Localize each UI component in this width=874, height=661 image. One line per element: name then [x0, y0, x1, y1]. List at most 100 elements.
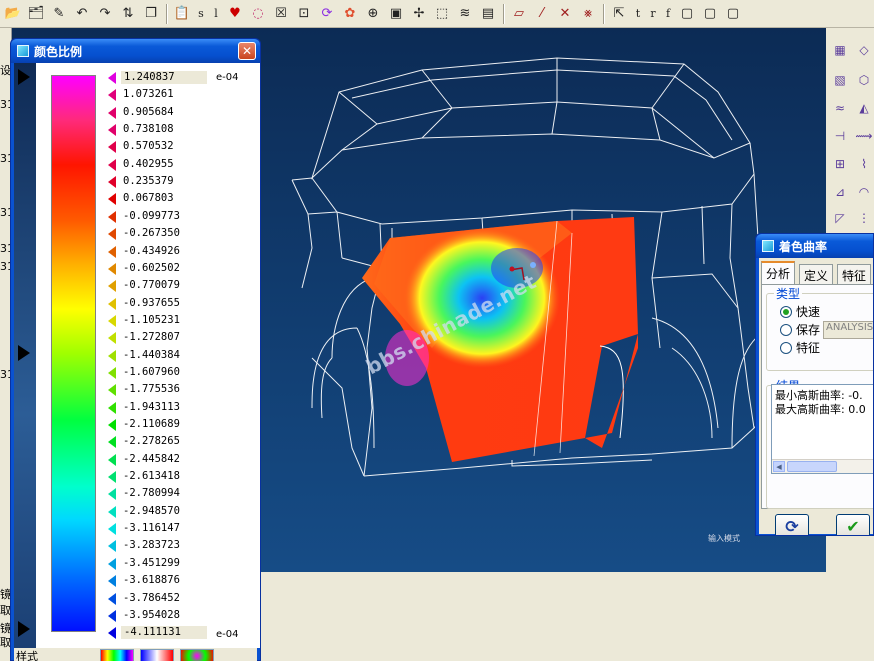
color-wheel-icon[interactable]: ✿ — [339, 3, 361, 25]
repaint-icon[interactable]: ✢ — [408, 3, 430, 25]
scale-row-arrow[interactable] — [108, 297, 116, 310]
merge-icon[interactable]: ⊞ — [830, 154, 850, 174]
scale-row-arrow[interactable] — [108, 158, 116, 171]
palette-style-button[interactable] — [180, 649, 214, 661]
blend-icon[interactable]: ◭ — [854, 98, 874, 118]
edit-icon[interactable]: ✎ — [48, 3, 70, 25]
scale-row-arrow[interactable] — [108, 89, 116, 102]
trim-icon[interactable]: ⊣ — [830, 126, 850, 146]
results-textbox[interactable]: 最小高斯曲率: -0. 最大高斯曲率: 0.0 ◀ — [771, 384, 873, 474]
sweep-icon[interactable]: ≈ — [830, 98, 850, 118]
scale-row-arrow[interactable] — [108, 592, 116, 605]
scroll-thumb[interactable] — [787, 461, 837, 472]
view-icon[interactable]: ⬚ — [431, 3, 453, 25]
shape-icon[interactable]: ◌ — [247, 3, 269, 25]
saved-views-icon[interactable]: ▤ — [477, 3, 499, 25]
sketch-icon[interactable]: ▧ — [830, 70, 850, 90]
datum-point-icon[interactable]: ✕ — [554, 3, 576, 25]
heart-icon[interactable]: ♥ — [224, 3, 246, 25]
radio-quick[interactable]: 快速 — [780, 303, 820, 320]
scale-row-arrow[interactable] — [108, 72, 116, 84]
analysis-icon[interactable]: ⊡ — [293, 3, 315, 25]
zoom-fit-icon[interactable]: ▣ — [385, 3, 407, 25]
color-scale-titlebar[interactable]: 颜色比例 — [11, 39, 260, 63]
radio-feature-dot[interactable] — [780, 341, 792, 354]
scroll-left-icon[interactable]: ◀ — [773, 461, 785, 472]
scale-row-arrow[interactable] — [108, 384, 116, 397]
spin-center-icon[interactable]: ⇱ — [608, 3, 630, 25]
lower-limit-marker[interactable] — [18, 621, 30, 637]
save-icon[interactable]: 🗂 — [25, 3, 47, 25]
datum-plane-icon[interactable]: ▱ — [508, 3, 530, 25]
box-view-3-icon[interactable]: ▢ — [722, 3, 744, 25]
chamfer-icon[interactable]: ◸ — [830, 208, 850, 228]
mirror-icon[interactable]: ◇ — [854, 40, 874, 60]
scale-row-arrow[interactable] — [108, 124, 116, 137]
zoom-in-icon[interactable]: ⊕ — [362, 3, 384, 25]
toolbar-text-button-t[interactable]: t — [631, 3, 645, 25]
regenerate-icon[interactable]: ⇅ — [117, 3, 139, 25]
scale-row-arrow[interactable] — [108, 575, 116, 588]
window-close-icon[interactable]: ☒ — [270, 3, 292, 25]
radio-quick-dot[interactable] — [780, 305, 792, 318]
repaint-button[interactable]: ⟳ — [775, 514, 809, 535]
scale-row-arrow[interactable] — [108, 280, 116, 293]
scale-row-arrow[interactable] — [108, 332, 116, 345]
scale-row-value[interactable]: 1.240837 — [121, 71, 207, 84]
paste-icon[interactable]: 📋 — [171, 3, 193, 25]
scale-slider-track[interactable] — [14, 63, 36, 648]
scale-row-arrow[interactable] — [108, 419, 116, 431]
scale-row-arrow[interactable] — [108, 193, 116, 206]
scale-row-arrow[interactable] — [108, 453, 116, 466]
analysis-name-field[interactable]: ANALYSIS_ — [823, 321, 873, 339]
box-view-icon[interactable]: ▢ — [676, 3, 698, 25]
middle-marker[interactable] — [18, 345, 30, 361]
radio-saved-dot[interactable] — [780, 323, 792, 336]
scale-row-arrow[interactable] — [108, 245, 116, 258]
scale-row-arrow[interactable] — [108, 609, 116, 622]
scale-row-arrow[interactable] — [108, 436, 116, 449]
scale-row-arrow[interactable] — [108, 141, 116, 154]
datum-axis-icon[interactable]: ⁄ — [531, 3, 553, 25]
scale-row-arrow[interactable] — [108, 262, 116, 275]
scale-row-arrow[interactable] — [108, 488, 116, 501]
boundary-icon[interactable]: ⌇ — [854, 154, 874, 174]
box-view-2-icon[interactable]: ▢ — [699, 3, 721, 25]
scale-row-arrow[interactable] — [108, 314, 116, 327]
redo-icon[interactable]: ↷ — [94, 3, 116, 25]
scale-row-arrow[interactable] — [108, 176, 116, 189]
scale-row-arrow[interactable] — [108, 210, 116, 223]
gradient-style-button[interactable] — [140, 649, 174, 661]
toolbar-text-button-s[interactable]: s — [194, 3, 208, 25]
radio-feature[interactable]: 特征 — [780, 339, 820, 356]
offset-icon[interactable]: ⊿ — [830, 182, 850, 202]
curve-tool-icon[interactable]: ⟳ — [316, 3, 338, 25]
toolbar-text-button-f[interactable]: f — [661, 3, 675, 25]
pattern-icon[interactable]: ⋮ — [854, 208, 874, 228]
scale-row-arrow[interactable] — [108, 627, 116, 640]
toolbar-text-button-l[interactable]: l — [209, 3, 223, 25]
scale-row-arrow[interactable] — [108, 106, 116, 119]
scale-row-arrow[interactable] — [108, 228, 116, 241]
scale-row-arrow[interactable] — [108, 523, 116, 536]
grid-icon[interactable]: ▦ — [830, 40, 850, 60]
round-icon[interactable]: ◠ — [854, 182, 874, 202]
tab-definition[interactable]: 定义 — [799, 264, 834, 284]
tab-feature[interactable]: 特征 — [837, 264, 872, 284]
scale-row-arrow[interactable] — [108, 540, 116, 553]
spectrum-style-button[interactable] — [100, 649, 134, 661]
toolbar-text-button-r[interactable]: r — [646, 3, 660, 25]
radio-saved[interactable]: 保存 — [780, 321, 820, 338]
curvature-titlebar[interactable]: 着色曲率 — [756, 234, 873, 258]
curve-tool-2-icon[interactable]: ⟿ — [854, 126, 874, 146]
scale-row-value[interactable]: -4.111131 — [121, 626, 207, 640]
scale-row-arrow[interactable] — [108, 471, 116, 484]
extrude-icon[interactable]: ⬡ — [854, 70, 874, 90]
undo-icon[interactable]: ↶ — [71, 3, 93, 25]
scale-row-arrow[interactable] — [108, 557, 116, 570]
layers-icon[interactable]: ≋ — [454, 3, 476, 25]
scale-row-arrow[interactable] — [108, 401, 116, 414]
scale-row-arrow[interactable] — [108, 349, 116, 362]
copy-icon[interactable]: ❐ — [140, 3, 162, 25]
close-button[interactable]: ✕ — [238, 42, 256, 60]
